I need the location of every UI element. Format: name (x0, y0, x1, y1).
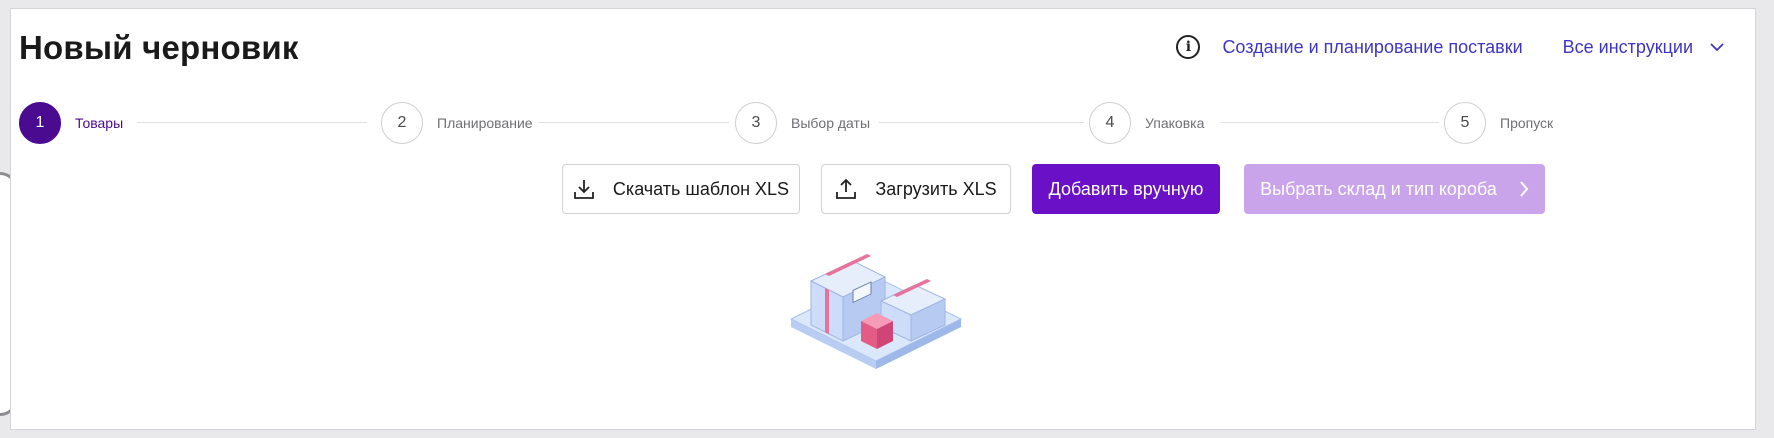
step-products[interactable]: 1 Товары (19, 101, 123, 145)
step-planning[interactable]: 2 Планирование (381, 101, 533, 145)
step-date-selection[interactable]: 3 Выбор даты (735, 101, 870, 145)
step-connector (879, 122, 1084, 123)
chevron-right-icon (1520, 181, 1529, 197)
step-number: 1 (19, 102, 61, 144)
step-number: 5 (1444, 102, 1486, 144)
choose-warehouse-button[interactable]: Выбрать склад и тип короба (1244, 164, 1545, 214)
step-pass[interactable]: 5 Пропуск (1444, 101, 1553, 145)
upload-xls-button[interactable]: Загрузить XLS (821, 164, 1011, 214)
upload-icon (836, 178, 857, 199)
download-icon (574, 180, 594, 199)
info-circle-icon: i (1176, 35, 1201, 59)
add-manually-label: Добавить вручную (1048, 178, 1204, 199)
chevron-down-icon[interactable] (1709, 42, 1725, 52)
step-label: Пропуск (1500, 115, 1554, 131)
step-number: 2 (381, 102, 423, 144)
boxes-on-pallet-illustration (789, 254, 963, 369)
step-packing[interactable]: 4 Упаковка (1089, 101, 1204, 145)
step-connector (1221, 122, 1439, 123)
upload-xls-label: Загрузить XLS (875, 178, 997, 199)
step-label: Товары (75, 115, 124, 131)
download-template-label: Скачать шаблон XLS (612, 178, 790, 199)
choose-warehouse-label: Выбрать склад и тип короба (1260, 178, 1497, 199)
draft-card: Новый черновик i Создание и планирование… (10, 8, 1756, 430)
help-links: i Создание и планирование поставки Все и… (1176, 35, 1725, 59)
add-manually-button[interactable]: Добавить вручную (1032, 164, 1220, 214)
stepper: 1 Товары 2 Планирование 3 Выбор даты 4 У… (19, 101, 1739, 145)
step-connector (137, 122, 367, 123)
step-label: Упаковка (1145, 115, 1205, 131)
step-label: Выбор даты (791, 115, 871, 131)
step-number: 4 (1089, 102, 1131, 144)
page-title: Новый черновик (19, 29, 299, 66)
step-number: 3 (735, 102, 777, 144)
step-connector (539, 122, 729, 123)
all-instructions-link[interactable]: Все инструкции (1563, 37, 1693, 58)
step-label: Планирование (437, 115, 533, 131)
download-template-button[interactable]: Скачать шаблон XLS (562, 164, 800, 214)
guide-link[interactable]: Создание и планирование поставки (1222, 37, 1522, 58)
